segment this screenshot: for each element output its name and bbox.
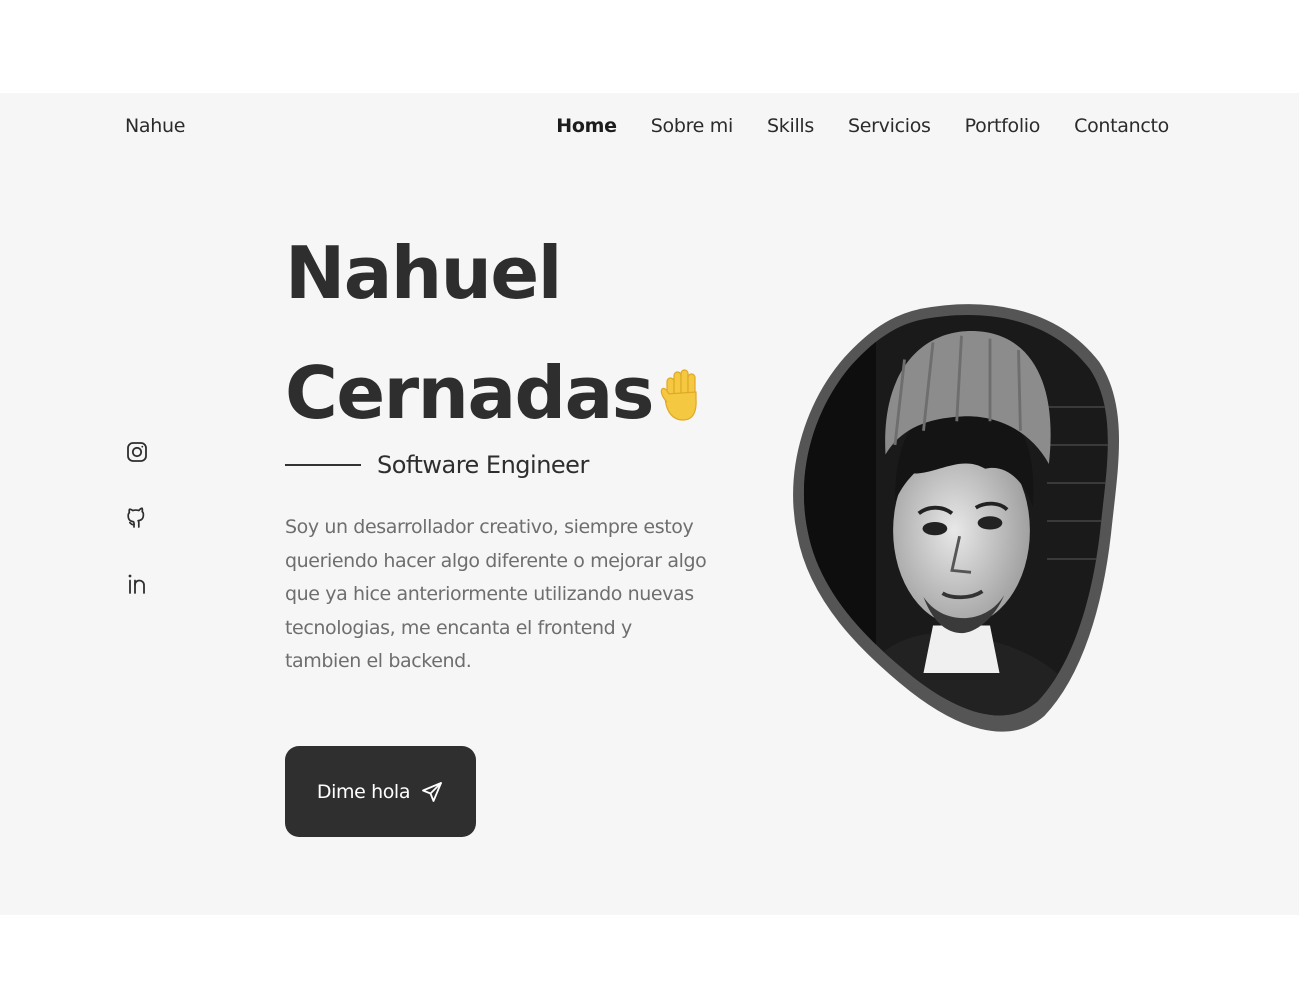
subtitle-divider [285, 464, 361, 466]
social-links [125, 439, 149, 597]
page: Nahue Home Sobre mi Skills Servicios Por… [0, 93, 1299, 915]
nav-contacto[interactable]: Contancto [1074, 115, 1169, 137]
profile-photo [793, 304, 1119, 732]
say-hello-label: Dime hola [316, 780, 411, 803]
hero-subtitle: Software Engineer [285, 451, 589, 479]
hero-title: Nahuel Cernadas [285, 213, 703, 453]
nav-sobre-mi[interactable]: Sobre mi [651, 115, 734, 137]
hero-first-name: Nahuel [285, 231, 562, 315]
linkedin-icon[interactable] [125, 571, 149, 597]
nav-skills[interactable]: Skills [767, 115, 814, 137]
github-icon[interactable] [125, 505, 149, 531]
hero-last-name: Cernadas [285, 351, 655, 435]
say-hello-button[interactable]: Dime hola [285, 746, 476, 837]
send-icon [422, 781, 442, 802]
main-nav: Home Sobre mi Skills Servicios Portfolio… [556, 115, 1169, 137]
brand-logo[interactable]: Nahue [125, 115, 185, 137]
subtitle-text: Software Engineer [377, 451, 589, 479]
hero-description: Soy un desarrollador creativo, siempre e… [285, 516, 707, 672]
nav-portfolio[interactable]: Portfolio [965, 115, 1041, 137]
waving-hand-icon [660, 369, 697, 421]
nav-home[interactable]: Home [556, 115, 617, 137]
hero-last-name-row: Cernadas [285, 333, 703, 453]
nav-servicios[interactable]: Servicios [848, 115, 931, 137]
instagram-icon[interactable] [125, 439, 149, 465]
